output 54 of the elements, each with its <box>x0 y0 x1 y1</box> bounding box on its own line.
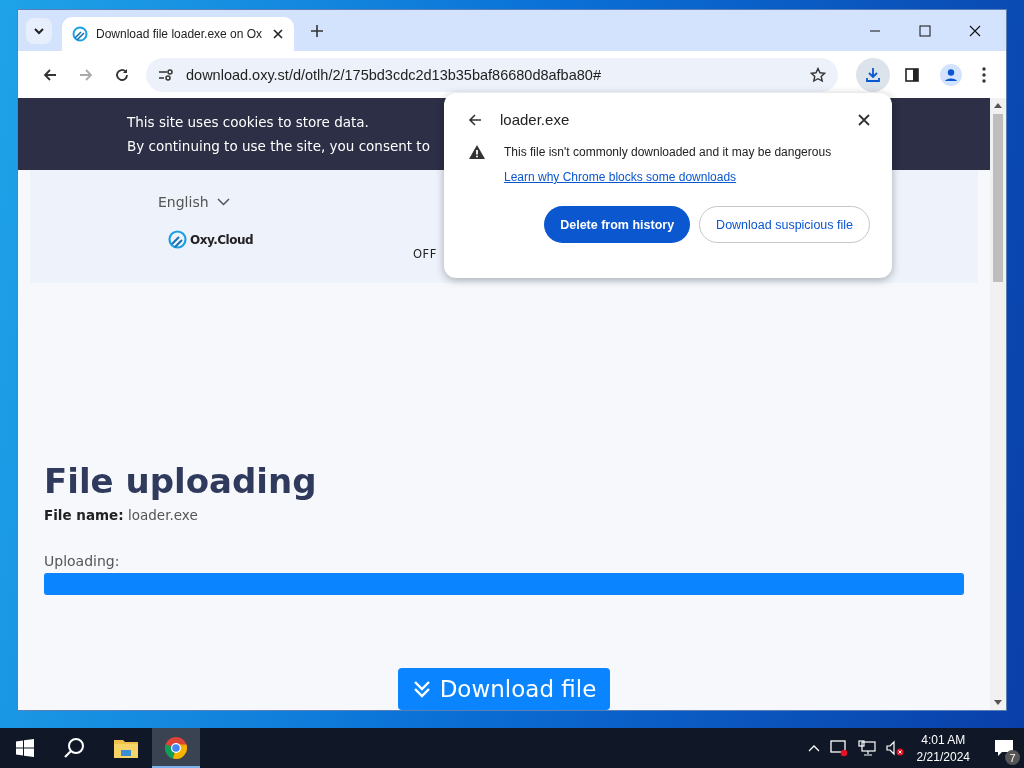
browser-tab[interactable]: Download file loader.exe on Ox <box>62 17 294 51</box>
network-icon[interactable] <box>857 740 876 756</box>
clock-date[interactable]: 2/21/2024 <box>916 749 970 764</box>
address-bar[interactable]: download.oxy.st/d/otlh/2/175bd3cdc2d13b35baf86680d8afba80# <box>146 57 838 92</box>
folder-icon[interactable] <box>114 738 138 758</box>
close-icon[interactable] <box>858 113 870 126</box>
tab-title: Download file loader.exe on Ox <box>96 27 264 41</box>
double-chevron-down-icon <box>411 679 432 699</box>
scrollbar[interactable] <box>990 98 1006 710</box>
star-icon[interactable] <box>810 66 826 83</box>
download-anyway-button[interactable]: Download suspicious file <box>699 206 870 243</box>
site-settings-icon[interactable] <box>158 67 174 82</box>
windows-start-icon[interactable] <box>16 739 34 757</box>
reload-icon[interactable] <box>114 66 130 83</box>
back-icon[interactable] <box>468 112 482 127</box>
file-name-text: File name: loader.exe <box>44 507 199 523</box>
back-icon[interactable] <box>42 66 58 83</box>
progress-label: Uploading: <box>44 553 121 569</box>
chrome-taskbar-button[interactable] <box>152 728 200 768</box>
language-selector[interactable]: English <box>158 194 230 211</box>
close-icon[interactable] <box>272 28 284 40</box>
nav-link[interactable]: OFF <box>413 247 437 262</box>
download-button[interactable] <box>856 57 890 92</box>
url-text: download.oxy.st/d/otlh/2/175bd3cdc2d13b35baf86680d8afba80# <box>186 66 601 83</box>
scroll-down-icon[interactable] <box>994 700 1002 706</box>
profile-icon[interactable] <box>940 63 962 86</box>
clock-time[interactable]: 4:01 AM <box>921 732 966 747</box>
file-name: loader.exe <box>500 111 570 128</box>
download-icon <box>865 66 881 83</box>
chevron-up-icon[interactable] <box>807 744 820 752</box>
cookie-text: This site uses cookies to store data. <box>127 114 369 131</box>
menu-icon[interactable] <box>982 66 986 83</box>
chrome-icon <box>164 736 188 760</box>
page-heading: File uploading <box>44 461 318 501</box>
download-file-button[interactable]: Download file <box>397 668 611 710</box>
search-icon[interactable] <box>63 737 85 759</box>
new-tab-icon[interactable] <box>310 23 324 38</box>
delete-button[interactable]: Delete from history <box>544 206 691 243</box>
scrollbar-thumb[interactable] <box>993 114 1003 282</box>
cookie-text: By continuing to use the site, you consent to <box>127 138 430 155</box>
chevron-down-icon <box>216 198 230 207</box>
monitor-alert-icon[interactable] <box>829 739 848 757</box>
warning-text: This file isn't commonly downloaded and it may be dangerous <box>504 145 832 159</box>
side-panel-icon[interactable] <box>904 66 920 83</box>
site-logo[interactable]: Oxy.Cloud <box>168 230 254 250</box>
muted-speaker-icon[interactable] <box>885 740 904 756</box>
maximize-icon[interactable] <box>919 24 931 37</box>
close-icon[interactable] <box>969 24 981 37</box>
swirl-icon <box>72 26 88 42</box>
warning-icon <box>468 144 486 160</box>
learn-more-link[interactable]: Learn why Chrome blocks some downloads <box>504 170 737 184</box>
tab-search-button[interactable] <box>26 17 52 44</box>
notification-count: 7 <box>1005 750 1020 765</box>
scroll-up-icon[interactable] <box>994 102 1002 108</box>
